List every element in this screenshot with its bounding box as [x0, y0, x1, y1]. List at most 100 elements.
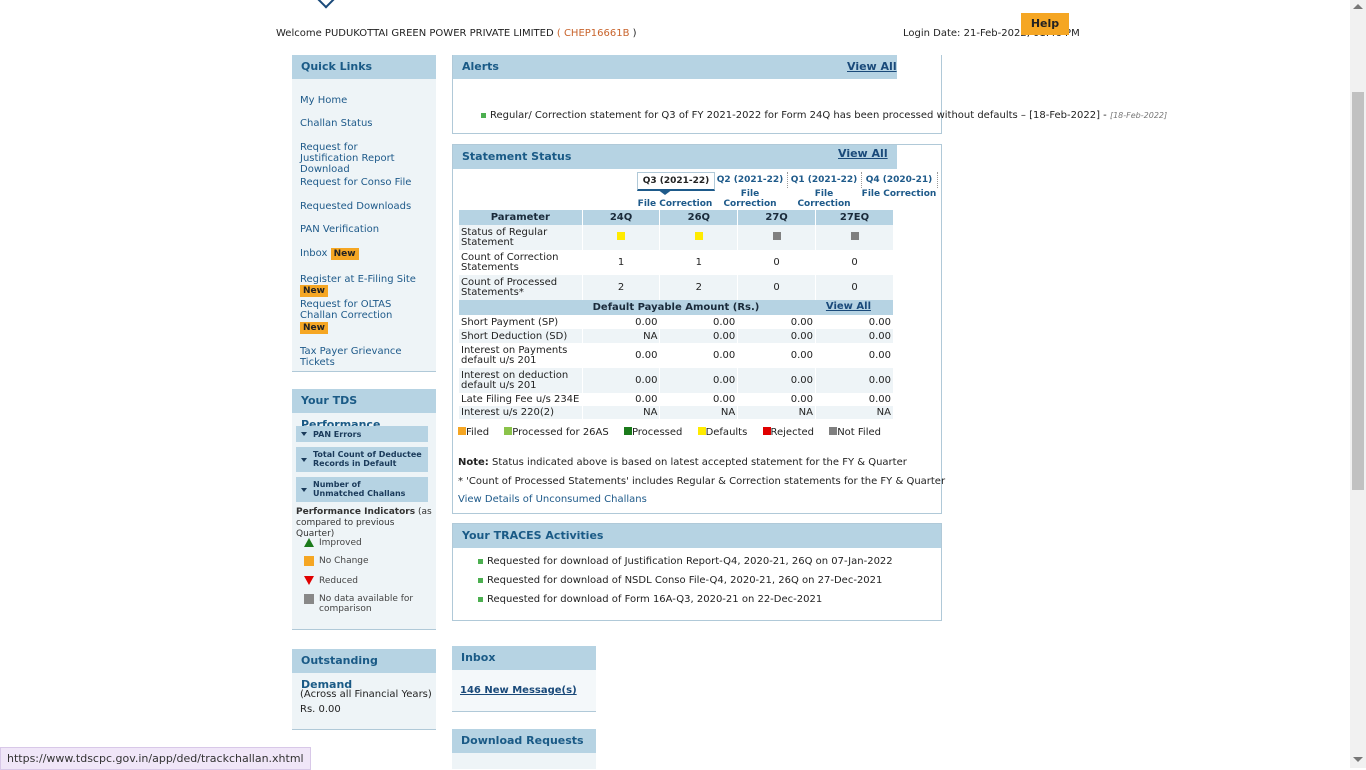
- bullet-icon: [478, 596, 483, 602]
- quick-link-label: Tax Payer Grievance Tickets: [300, 346, 402, 368]
- column-header: 26Q: [659, 210, 738, 225]
- default-payable-header: Default Payable Amount (Rs.) View All: [458, 300, 893, 315]
- table-cell: 0: [815, 275, 893, 300]
- table-cell: 0.00: [815, 343, 893, 368]
- unmatched-challans-toggle[interactable]: Number of Unmatched Challans: [296, 477, 428, 502]
- welcome-text: Welcome PUDUKOTTAI GREEN POWER PRIVATE L…: [276, 28, 637, 39]
- default-payable-view-all-link[interactable]: View All: [826, 301, 871, 312]
- row-label: Interest u/s 220(2): [458, 406, 583, 419]
- table-row: Status of Regular Statement: [458, 225, 893, 250]
- performance-indicators-heading: Performance Indicators (as compared to p…: [296, 507, 432, 540]
- legend-label: Processed: [631, 427, 683, 438]
- new-badge: New: [300, 322, 328, 334]
- table-row: Late Filing Fee u/s 234E 0.00 0.00 0.00 …: [458, 393, 893, 406]
- expand-triangle-icon: [301, 432, 307, 436]
- tab-q1-2021-22[interactable]: Q1 (2021-22): [787, 172, 862, 188]
- inbox-panel: Inbox 146 New Message(s): [452, 646, 596, 712]
- tab-q2-2021-22[interactable]: Q2 (2021-22): [713, 172, 788, 188]
- tab-label: Q3 (2021-22): [642, 176, 710, 186]
- deductee-default-toggle[interactable]: Total Count of Deductee Records in Defau…: [296, 447, 428, 472]
- activity-text: Requested for download of NSDL Conso Fil…: [487, 575, 883, 586]
- row-label: Status of Regular Statement: [458, 225, 583, 250]
- tab-q2-file-correction-link[interactable]: File Correction: [713, 189, 787, 209]
- tab-q3-file-correction-link[interactable]: File Correction: [637, 199, 713, 209]
- quick-link-inbox[interactable]: Inbox New: [300, 248, 359, 260]
- status-note: Note: Status indicated above is based on…: [458, 457, 907, 468]
- quick-link-label: Inbox: [300, 248, 328, 259]
- tab-q4-2020-21[interactable]: Q4 (2020-21): [861, 172, 938, 188]
- table-header-row: Parameter 24Q 26Q 27Q 27EQ: [458, 210, 893, 225]
- table-cell: 0: [737, 275, 816, 300]
- quick-link-label: My Home: [300, 95, 348, 106]
- legend-no-change: No Change: [319, 556, 369, 566]
- status-square-icon: [772, 232, 781, 240]
- column-header: 27EQ: [815, 210, 893, 225]
- quick-link-justification-report[interactable]: Request for Justification Report Downloa…: [300, 142, 418, 175]
- table-row: Count of Correction Statements 1 1 0 0: [458, 250, 893, 275]
- scrollbar-thumb[interactable]: [1352, 92, 1364, 490]
- table-cell: 0.00: [737, 393, 816, 406]
- status-square-icon: [850, 232, 859, 240]
- tab-label: Q4 (2020-21): [865, 175, 933, 185]
- table-cell: 1: [581, 250, 660, 275]
- traces-activities-panel: Your TRACES Activities Requested for dow…: [452, 523, 942, 621]
- tab-q3-2021-22[interactable]: Q3 (2021-22): [637, 172, 715, 191]
- legend-improved: Improved: [319, 538, 362, 548]
- table-cell: 0.00: [581, 343, 660, 368]
- status-square-icon: [617, 232, 626, 240]
- table-cell: 0: [815, 250, 893, 275]
- quick-link-conso-file[interactable]: Request for Conso File: [300, 177, 411, 188]
- status-cell: [815, 225, 893, 250]
- perf-bar-label: Number of Unmatched Challans: [313, 480, 406, 498]
- quick-link-oltas-correction[interactable]: Request for OLTAS Challan Correction New: [300, 299, 425, 334]
- quick-link-label: PAN Verification: [300, 224, 380, 235]
- status-bar-url: https://www.tdscpc.gov.in/app/ded/trackc…: [0, 747, 311, 770]
- column-header: 27Q: [737, 210, 816, 225]
- pan-errors-toggle[interactable]: PAN Errors: [296, 426, 428, 442]
- tab-q4-file-correction-link[interactable]: File Correction: [861, 189, 937, 199]
- quick-link-label: Request for OLTAS Challan Correction: [300, 299, 393, 321]
- row-label: Late Filing Fee u/s 234E: [458, 393, 583, 406]
- activity-text: Requested for download of Form 16A-Q3, 2…: [487, 594, 823, 605]
- quick-link-challan-status[interactable]: Challan Status: [300, 118, 373, 129]
- alerts-header: Alerts View All: [453, 55, 897, 79]
- legend-reduced: Reduced: [319, 576, 359, 586]
- table-cell: 0.00: [659, 343, 738, 368]
- quick-link-efiling-register[interactable]: Register at E-Filing SiteNew: [300, 274, 436, 297]
- alerts-title: Alerts: [462, 60, 499, 73]
- scroll-up-arrow-icon[interactable]: [1353, 4, 1363, 9]
- quick-link-label: Requested Downloads: [300, 201, 412, 212]
- legend-label: Rejected: [770, 427, 815, 438]
- activity-item: Requested for download of Form 16A-Q3, 2…: [478, 594, 822, 605]
- tds-performance-panel: Your TDS Performance PAN Errors Total Co…: [292, 389, 436, 630]
- column-header: Parameter: [458, 210, 583, 225]
- processed-color-swatch: [623, 427, 632, 435]
- inbox-messages-link[interactable]: 146 New Message(s): [460, 685, 577, 696]
- alert-text: Regular/ Correction statement for Q3 of …: [490, 110, 1107, 121]
- tab-q1-file-correction-link[interactable]: File Correction: [787, 189, 861, 209]
- quick-link-label: Challan Status: [300, 118, 373, 129]
- row-label: Interest on deduction default u/s 201: [458, 368, 583, 393]
- legend-label: Not Filed: [837, 427, 881, 438]
- alert-item[interactable]: Regular/ Correction statement for Q3 of …: [481, 110, 1167, 121]
- table-cell: 0.00: [815, 315, 893, 329]
- expand-triangle-icon: [301, 457, 307, 462]
- status-square-icon: [694, 232, 703, 240]
- table-cell: 2: [581, 275, 660, 300]
- traces-activities-header: Your TRACES Activities: [453, 524, 941, 548]
- default-payable-title: Default Payable Amount (Rs.): [592, 302, 760, 313]
- table-cell: 0.00: [815, 393, 893, 406]
- active-tab-pointer-icon: [657, 189, 673, 195]
- scroll-down-arrow-icon[interactable]: [1353, 757, 1363, 762]
- unconsumed-challans-link[interactable]: View Details of Unconsumed Challans: [458, 494, 647, 505]
- help-button[interactable]: Help: [1021, 13, 1069, 35]
- quick-links-panel: Quick Links My Home Challan Status Reque…: [292, 55, 436, 372]
- quick-link-my-home[interactable]: My Home: [300, 95, 347, 106]
- quick-link-grievance-tickets[interactable]: Tax Payer Grievance Tickets: [300, 346, 436, 368]
- statement-status-view-all-link[interactable]: View All: [838, 142, 888, 166]
- quick-link-pan-verification[interactable]: PAN Verification: [300, 224, 379, 235]
- table-cell: 0.00: [659, 329, 738, 343]
- quick-link-requested-downloads[interactable]: Requested Downloads: [300, 201, 411, 212]
- alerts-view-all-link[interactable]: View All: [847, 55, 897, 79]
- table-row: Interest on deduction default u/s 201 0.…: [458, 368, 893, 393]
